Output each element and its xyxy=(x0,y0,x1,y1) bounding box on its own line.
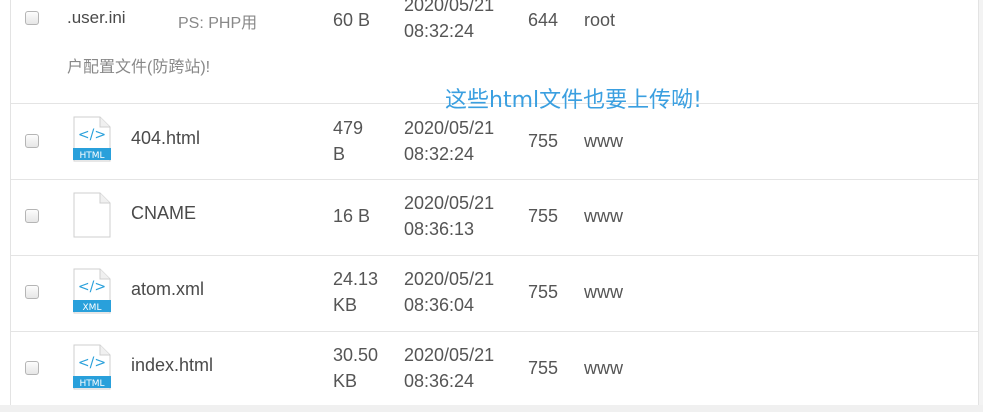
file-size-unit: B xyxy=(333,144,346,164)
table-bottom-edge xyxy=(0,405,983,412)
file-permission[interactable]: 755 xyxy=(528,204,558,229)
select-checkbox[interactable] xyxy=(25,134,39,148)
file-size: 16 B xyxy=(333,206,371,226)
file-name[interactable]: atom.xml xyxy=(131,279,204,300)
blank-file-icon[interactable] xyxy=(72,192,112,238)
file-size-unit: KB xyxy=(333,371,358,391)
file-owner[interactable]: www xyxy=(584,280,623,305)
file-time: 08:36:13 xyxy=(404,219,475,239)
file-name[interactable]: .user.ini xyxy=(67,8,126,28)
file-size: 24.13 xyxy=(333,269,379,289)
file-owner[interactable]: www xyxy=(584,204,623,229)
file-owner[interactable]: www xyxy=(584,356,623,381)
file-size: 479 xyxy=(333,118,364,138)
icon-label: HTML xyxy=(79,379,104,389)
html-file-icon[interactable]: </> HTML xyxy=(72,116,112,162)
file-owner[interactable]: root xyxy=(584,8,615,33)
file-time: 08:36:24 xyxy=(404,371,475,391)
file-permission[interactable]: 644 xyxy=(528,8,558,33)
file-row-atom-xml[interactable]: </> XML atom.xml 24.13 KB 2020/05/21 08:… xyxy=(11,256,978,332)
scrollbar-track[interactable] xyxy=(978,0,983,412)
file-row-404-html[interactable]: </> HTML 404.html 479 B 2020/05/21 08:32… xyxy=(11,104,978,180)
html-file-icon[interactable]: </> HTML xyxy=(72,344,112,390)
file-time: 08:32:24 xyxy=(404,144,475,164)
file-permission[interactable]: 755 xyxy=(528,356,558,381)
file-remark-line1: PS: PHP用 xyxy=(178,15,258,32)
file-name[interactable]: index.html xyxy=(131,355,213,376)
select-checkbox[interactable] xyxy=(25,285,39,299)
file-permission[interactable]: 755 xyxy=(528,280,558,305)
file-size: 60 B xyxy=(333,10,371,30)
file-date: 2020/05/21 xyxy=(404,269,495,289)
file-row-cname[interactable]: CNAME 16 B 2020/05/21 08:36:13 755 www xyxy=(11,180,978,256)
file-owner[interactable]: www xyxy=(584,129,623,154)
file-name[interactable]: 404.html xyxy=(131,128,200,149)
file-date: 2020/05/21 xyxy=(404,0,495,15)
file-size: 30.50 xyxy=(333,345,379,365)
file-time: 08:32:24 xyxy=(404,21,475,41)
svg-text:</>: </> xyxy=(78,355,106,371)
file-date: 2020/05/21 xyxy=(404,345,495,365)
icon-label: XML xyxy=(83,303,102,313)
file-time: 08:36:04 xyxy=(404,295,475,315)
select-checkbox[interactable] xyxy=(25,209,39,223)
file-size-unit: KB xyxy=(333,295,358,315)
file-row-index-html[interactable]: </> HTML index.html 30.50 KB 2020/05/21 … xyxy=(11,332,978,406)
file-remark-line2: 户配置文件(防跨站)! xyxy=(67,59,211,76)
file-name[interactable]: CNAME xyxy=(131,203,196,224)
xml-file-icon[interactable]: </> XML xyxy=(72,268,112,314)
select-checkbox[interactable] xyxy=(25,361,39,375)
file-permission[interactable]: 755 xyxy=(528,129,558,154)
select-checkbox[interactable] xyxy=(25,11,39,25)
svg-text:</>: </> xyxy=(78,279,106,295)
file-date: 2020/05/21 xyxy=(404,118,495,138)
svg-text:</>: </> xyxy=(78,127,106,143)
icon-label: HTML xyxy=(79,151,104,161)
file-date: 2020/05/21 xyxy=(404,193,495,213)
